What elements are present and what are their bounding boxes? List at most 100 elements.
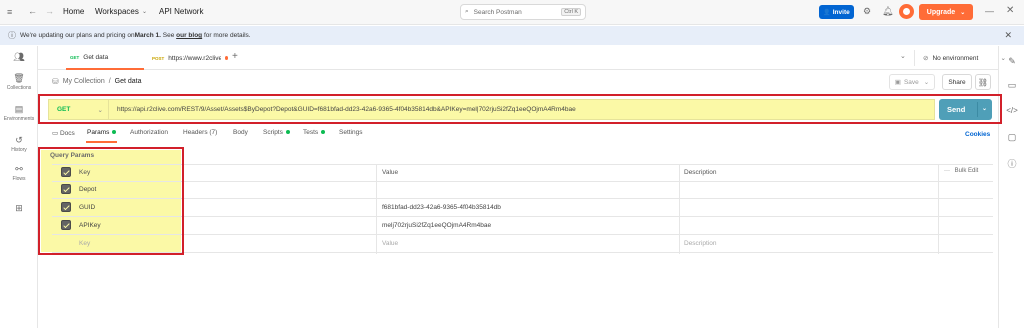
tab-tests-label: Tests [303,129,319,136]
team-icon: 👥︎ [13,52,25,62]
http-icon: ⛁ [52,77,59,86]
param-value[interactable]: melj702rjuSi2fZq1eeQOjmA4Rm4bae [382,222,491,229]
search-placeholder: Search Postman [473,8,522,16]
upgrade-button[interactable]: Upgrade ⌄ [919,4,973,20]
column-divider [679,164,680,254]
docs-icon: ▭ [52,130,59,137]
menu-icon[interactable]: ≡ [7,8,12,17]
tab-label: Get data [83,53,109,61]
history-icon: ↺ [15,135,23,145]
tab-authorization[interactable]: Authorization [130,129,168,136]
environment-label: No environment [932,54,979,62]
left-sidebar: 👥︎ 🗑︎ Collections ▤ Environments ↺ Histo… [0,46,38,328]
info-icon[interactable]: ⓘ [999,157,1024,170]
nav-workspaces[interactable]: Workspaces [95,7,139,16]
avatar[interactable] [899,4,914,19]
sidebar-item-history[interactable]: ↺ History [0,135,38,153]
status-dot-icon [112,130,117,135]
new-param-description-input[interactable]: Description [684,240,717,247]
tab-headers[interactable]: Headers (7) [183,129,217,136]
no-environment-icon: ⊘ [923,55,929,62]
gear-icon[interactable]: ⚙ [863,7,871,16]
code-icon[interactable]: </> [999,106,1024,115]
tab-docs[interactable]: ▭ Docs [52,129,75,137]
add-user-icon: 👤 [823,9,831,16]
tab-body-label: Body [233,129,248,136]
active-tab-indicator [86,141,117,143]
flows-icon: ⚯ [15,164,23,174]
column-header-description: Description [684,169,717,176]
annotation-box-url [38,94,1002,124]
banner-text-mid: See [160,32,177,39]
bulk-edit-button[interactable]: ··· Bulk Edit [944,168,978,174]
share-label: Share [948,78,966,86]
documentation-icon[interactable]: ▭ [999,80,1024,91]
new-tab-plus-icon[interactable]: + [232,51,238,62]
top-bar: ≡ ← → Home Workspaces ⌄ API Network ⌕ Se… [0,0,1024,25]
sidebar-item-environments[interactable]: ▤ Environments [0,104,38,122]
invite-button[interactable]: 👤 Invite [819,5,854,19]
chevron-down-icon[interactable]: ⌄ [900,52,906,60]
unsaved-dot-icon [224,56,228,60]
tab-settings[interactable]: Settings [339,129,363,136]
forward-arrow-icon[interactable]: → [45,7,54,16]
back-arrow-icon[interactable]: ← [28,7,37,16]
sidebar-item-team[interactable]: 👥︎ [0,52,38,63]
status-dot-icon [321,130,326,135]
close-icon[interactable]: ✕ [1004,30,1012,41]
tab-get-data[interactable]: GET Get data [66,46,144,70]
tab-params[interactable]: Params [87,129,117,136]
save-icon: ▣ [894,79,901,86]
bell-icon[interactable]: 🔔︎ [882,7,893,16]
close-icon[interactable]: ✕ [1006,6,1014,16]
share-button[interactable]: Share [942,74,972,90]
breadcrumb-separator: / [108,78,111,85]
new-param-value-input[interactable]: Value [382,240,398,247]
param-value[interactable]: f681bfad-dd23-42a6-9365-4f04b35814db [382,204,501,211]
column-divider [376,164,377,254]
save-label: Save [903,78,919,86]
info-icon: ⓘ [8,31,16,40]
table-divider [52,198,993,199]
breadcrumb: ⛁ My Collection / Get data [52,77,142,86]
sidebar-item-configure[interactable]: ⊞ [0,203,38,214]
banner-text-after: for more details. [202,32,251,39]
breadcrumb-request[interactable]: Get data [115,78,142,85]
comments-icon[interactable]: ▢ [999,132,1024,143]
nav-api-network[interactable]: API Network [159,7,203,16]
sidebar-item-label: Flows [12,176,26,182]
environment-selector[interactable]: ⊘ No environment ⌄ [914,50,1010,66]
save-button[interactable]: ▣ Save ⌄ [889,74,935,90]
tab-settings-label: Settings [339,129,363,136]
configure-workbench-icon: ⊞ [15,203,23,213]
link-icon: ⛓ [977,77,989,87]
environments-icon: ▤ [14,104,24,114]
banner-text-before: We're updating our plans and pricing on [20,32,135,39]
search-shortcut: Ctrl K [561,8,581,16]
cookies-link[interactable]: Cookies [965,131,990,138]
tab-post-request[interactable]: POST https://www.r2clive.cc [148,46,228,70]
chevron-down-icon[interactable]: ⌄ [142,9,147,15]
minimize-icon[interactable]: — [985,7,994,16]
tab-headers-label: Headers (7) [183,129,218,136]
banner-link[interactable]: our blog [176,32,202,39]
tab-scripts[interactable]: Scripts [263,129,290,136]
search-input[interactable]: ⌕ Search Postman Ctrl K [460,4,586,20]
request-tabs-bar: GET Get data POST https://www.r2clive.cc… [38,46,1006,70]
search-icon: ⌕ [465,8,469,15]
copy-link-button[interactable]: ⛓ [975,74,991,90]
column-divider [938,164,939,254]
sidebar-item-label: History [11,147,27,153]
tab-tests[interactable]: Tests [303,129,326,136]
tab-body[interactable]: Body [233,129,248,136]
breadcrumb-collection[interactable]: My Collection [63,78,105,85]
sidebar-item-flows[interactable]: ⚯ Flows [0,164,38,182]
sidebar-item-label: Collections [6,85,32,91]
annotation-box-params [38,147,184,255]
tab-docs-label: Docs [59,130,75,137]
sidebar-item-collections[interactable]: 🗑︎ Collections [0,73,38,91]
table-divider [52,252,993,253]
tab-authorization-label: Authorization [130,129,168,136]
nav-home[interactable]: Home [63,7,84,16]
invite-label: Invite [832,8,850,16]
